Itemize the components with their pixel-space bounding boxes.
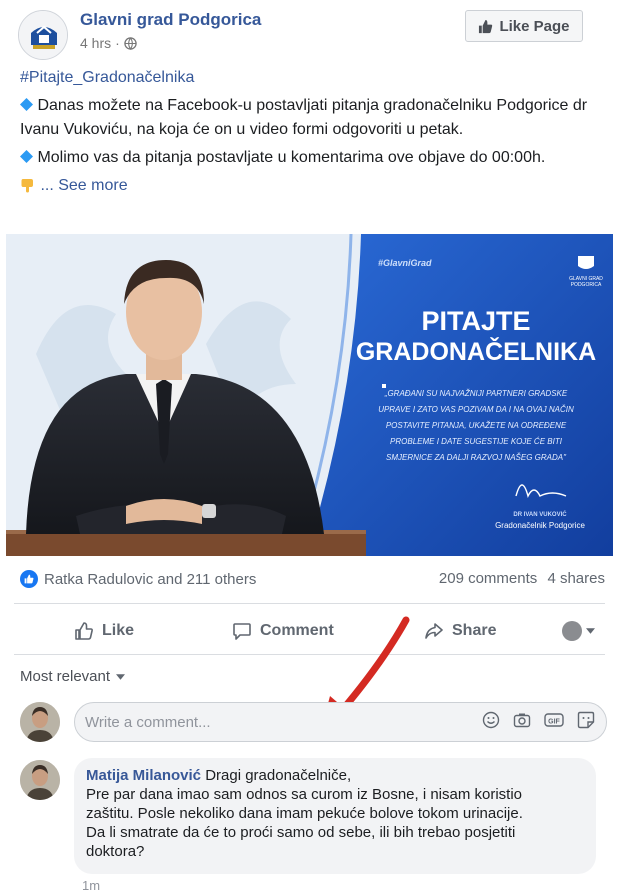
post-image[interactable]: #GlavniGrad GLAVNI GRAD PODGORICA PITAJT… xyxy=(6,234,613,556)
comment-line: Pre par dana imao sam odnos sa curom iz … xyxy=(86,786,523,803)
globe-icon xyxy=(124,36,137,50)
post-header: Glavni grad Podgorica 4 hrs · Like Page xyxy=(18,8,601,60)
commenter-avatar[interactable] xyxy=(20,760,60,800)
comment-composer: Write a comment... GIF xyxy=(20,700,607,744)
avatar xyxy=(20,702,60,742)
pointing-down-emoji-icon xyxy=(21,179,33,193)
post-paragraph-1: Danas možete na Facebook-u postavljati p… xyxy=(20,97,588,138)
like-reaction-icon xyxy=(20,570,38,588)
caret-down-icon xyxy=(586,628,595,634)
comment-placeholder: Write a comment... xyxy=(85,713,211,731)
sticker-icon[interactable] xyxy=(577,711,595,729)
camera-icon[interactable] xyxy=(513,711,531,729)
see-more-link[interactable]: ... See more xyxy=(40,177,127,194)
comment-line: Da li smatrate da će to proći samo od se… xyxy=(86,824,516,841)
reactions-text: Ratka Radulovic and 211 others xyxy=(44,570,257,588)
logo-text-2: PODGORICA xyxy=(571,282,602,288)
quote-line-4: PROBLEME I DATE SUGESTIJE KOJE ĆE BITI xyxy=(390,437,563,446)
post-stats: Ratka Radulovic and 211 others 209 comme… xyxy=(20,568,605,592)
blue-diamond-icon xyxy=(20,150,33,163)
engagement-counts: 209 comments 4 shares xyxy=(439,570,605,587)
like-button[interactable]: Like xyxy=(74,621,134,641)
composer-icons: GIF xyxy=(482,711,595,729)
emoji-icon[interactable] xyxy=(482,711,500,729)
gif-icon[interactable]: GIF xyxy=(544,711,564,729)
like-page-button[interactable]: Like Page xyxy=(465,10,583,42)
comment-sort-dropdown[interactable]: Most relevant xyxy=(20,668,126,685)
signer-title: Gradonačelnik Podgorice xyxy=(495,521,585,530)
post-meta: 4 hrs · xyxy=(80,35,137,51)
city-crest-icon xyxy=(19,11,67,59)
banner-graphic: #GlavniGrad GLAVNI GRAD PODGORICA PITAJT… xyxy=(6,234,613,556)
banner-title-line-2: GRADONAČELNIKA xyxy=(356,336,596,366)
quote-line-1: „GRAĐANI SU NAJVAŽNIJI PARTNERI GRADSKE xyxy=(384,389,568,398)
share-label: Share xyxy=(452,622,497,639)
post-paragraph-2: Molimo vas da pitanja postavljate u kome… xyxy=(20,146,600,170)
commenter-name[interactable]: Matija Milanović xyxy=(86,767,201,784)
reactions-summary[interactable]: Ratka Radulovic and 211 others xyxy=(20,570,256,588)
desk xyxy=(6,532,366,556)
thumbs-up-outline-icon xyxy=(75,622,93,640)
quote-line-2: UPRAVE I ZATO VAS POZIVAM DA I NA OVAJ N… xyxy=(378,405,574,414)
speech-bubble-icon xyxy=(233,623,251,640)
caret-down-icon xyxy=(116,673,126,680)
post-as-selector[interactable] xyxy=(562,621,595,641)
banner-title-line-1: PITAJTE xyxy=(421,306,530,336)
comment-line: zaštitu. Posle nekoliko dana imam pekuće… xyxy=(86,805,523,822)
post-text: #Pitajte_Gradonačelnika Danas možete na … xyxy=(20,66,600,202)
see-more-line: ... See more xyxy=(20,174,600,198)
comment-timestamp[interactable]: 1m xyxy=(82,878,100,893)
banner-tag: #GlavniGrad xyxy=(378,258,432,268)
sort-label: Most relevant xyxy=(20,668,111,685)
signer-name: DR IVAN VUKOVIĆ xyxy=(513,510,567,518)
thumbs-up-icon xyxy=(479,19,493,33)
page-avatar[interactable] xyxy=(18,10,68,60)
avatar xyxy=(562,621,582,641)
divider xyxy=(14,603,605,604)
comments-count[interactable]: 209 comments xyxy=(439,570,537,587)
comment-bubble: Matija Milanović Dragi gradonačelniče, P… xyxy=(74,758,596,874)
comment-text-first: Dragi gradonačelniče, xyxy=(205,767,352,784)
svg-text:GIF: GIF xyxy=(548,718,560,725)
hashtag-link[interactable]: #Pitajte_Gradonačelnika xyxy=(20,66,600,90)
post-time[interactable]: 4 hrs xyxy=(80,35,111,51)
page-name[interactable]: Glavni grad Podgorica xyxy=(80,10,261,30)
comment: Matija Milanović Dragi gradonačelniče, P… xyxy=(20,758,607,893)
quote-line-5: SMJERNICE ZA DALJI RAZVOJ NAŠEG GRADA" xyxy=(386,453,567,462)
comment-line: doktora? xyxy=(86,843,145,860)
quote-line-3: POSTAVITE PITANJA, UKAŽETE NA ODREĐENE xyxy=(386,421,567,430)
blue-diamond-icon xyxy=(20,98,33,111)
like-page-label: Like Page xyxy=(499,17,570,35)
shares-count[interactable]: 4 shares xyxy=(547,570,605,587)
share-button[interactable]: Share xyxy=(424,621,496,641)
like-label: Like xyxy=(102,622,135,639)
